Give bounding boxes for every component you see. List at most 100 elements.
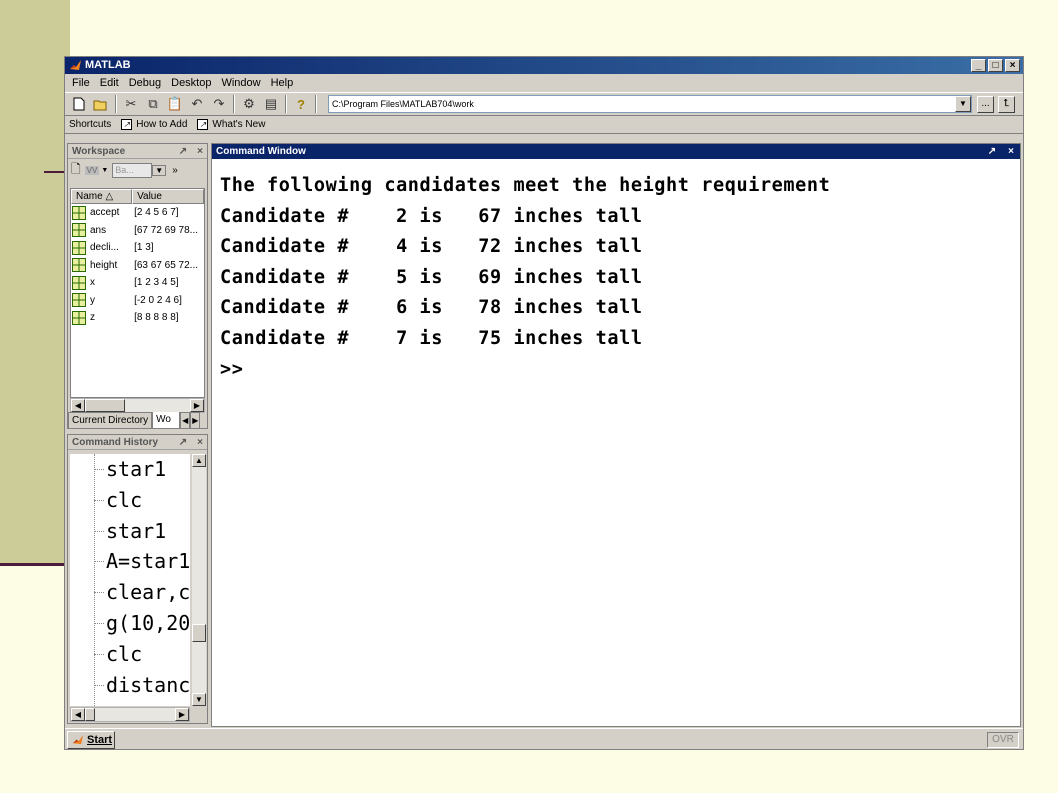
toolbar-divider (233, 95, 235, 113)
history-item[interactable]: g(10,20 (70, 608, 190, 639)
history-item[interactable]: distanc (70, 670, 190, 701)
directory-dropdown-icon[interactable]: ▼ (955, 96, 971, 112)
dropdown-arrow-icon[interactable]: ▼ (101, 167, 108, 174)
table-row[interactable]: x [1 2 3 4 5] (71, 274, 204, 292)
scroll-down-icon[interactable]: ▼ (192, 693, 206, 706)
maximize-button[interactable]: □ (988, 59, 1003, 72)
start-label: Start (87, 734, 113, 746)
paste-icon[interactable]: 📋 (164, 94, 186, 114)
current-directory-field[interactable]: C:\Program Files\MATLAB704\work (328, 95, 972, 113)
scroll-right-icon[interactable]: ▶ (175, 708, 189, 721)
menu-window[interactable]: Window (216, 77, 265, 89)
variable-table: Name △ Value accept [2 4 5 6 7] ans [67 72 … (70, 188, 205, 398)
variable-value: [63 67 65 72... (134, 259, 199, 271)
close-panel-icon[interactable]: × (1008, 146, 1014, 157)
array-icon (72, 310, 86, 325)
undock-icon[interactable]: ↗ (988, 146, 996, 157)
scroll-right-icon[interactable]: ▶ (190, 399, 204, 412)
close-panel-icon[interactable]: × (197, 146, 203, 157)
new-file-icon[interactable] (68, 94, 90, 114)
copy-icon[interactable]: ⧉ (142, 94, 164, 114)
command-window[interactable]: Command Window ↗ × The following candidat… (211, 143, 1021, 727)
tab-scroll-left-icon[interactable]: ◀ (180, 412, 191, 429)
table-row[interactable]: height [63 67 65 72... (71, 257, 204, 275)
variable-name: decli... (90, 242, 119, 254)
import-data-icon[interactable]: VV (84, 165, 100, 175)
history-item[interactable]: clc (70, 485, 190, 516)
scroll-thumb[interactable] (192, 624, 206, 642)
simulink-icon[interactable]: ⚙ (238, 94, 260, 114)
variable-value: [-2 0 2 4 6] (134, 294, 182, 306)
table-row[interactable]: ans [67 72 69 78... (71, 222, 204, 240)
tab-current-directory[interactable]: Current Directory (68, 412, 153, 429)
variable-name: x (90, 277, 95, 289)
output-line: The following candidates meet the height… (220, 175, 831, 196)
variable-name-cell: decli... (71, 240, 132, 255)
close-panel-icon[interactable]: × (197, 437, 203, 448)
shortcut-how-to-add[interactable]: ↗ How to Add (121, 119, 187, 130)
status-bar: Start OVR (65, 728, 1023, 749)
table-row[interactable]: accept [2 4 5 6 7] (71, 204, 204, 222)
scroll-left-icon[interactable]: ◀ (71, 399, 85, 412)
help-icon[interactable]: ? (290, 94, 312, 114)
combo-arrow-icon[interactable]: ▼ (152, 164, 167, 176)
history-item[interactable]: A=star1 (70, 546, 190, 577)
menu-help[interactable]: Help (266, 77, 299, 89)
output-line: Candidate # 5 is 69 inches tall (220, 266, 643, 288)
table-row[interactable]: y [-2 0 2 4 6] (71, 292, 204, 310)
menu-bar: File Edit Debug Desktop Window Help (65, 74, 1023, 92)
guide-icon[interactable]: ▤ (260, 94, 282, 114)
workspace-toolbar: 🗋 VV ▼ Ba... ▼ » (68, 159, 207, 181)
start-button[interactable]: Start (67, 731, 115, 749)
minimize-button[interactable]: _ (971, 59, 986, 72)
scroll-up-icon[interactable]: ▲ (192, 454, 206, 467)
parent-folder-icon[interactable]: ⮤ (998, 96, 1015, 113)
horizontal-scrollbar[interactable]: ◀ ▶ (70, 707, 190, 722)
horizontal-scrollbar[interactable]: ◀ ▶ (70, 398, 205, 413)
history-item[interactable]: clear,c (70, 577, 190, 608)
menu-debug[interactable]: Debug (124, 77, 166, 89)
overwrite-indicator: OVR (987, 732, 1019, 748)
close-button[interactable]: × (1005, 59, 1020, 72)
column-header-name[interactable]: Name △ (71, 189, 133, 204)
new-variable-icon[interactable]: 🗋 (71, 160, 81, 181)
array-icon (72, 223, 86, 238)
stack-combo[interactable]: Ba... (112, 162, 153, 178)
scroll-thumb[interactable] (85, 708, 95, 721)
column-header-value[interactable]: Value (132, 189, 204, 204)
menu-desktop[interactable]: Desktop (166, 77, 216, 89)
table-row[interactable]: decli... [1 3] (71, 239, 204, 257)
open-folder-icon[interactable] (90, 94, 112, 114)
undo-icon[interactable]: ↶ (186, 94, 208, 114)
shortcut-icon: ↗ (121, 119, 133, 130)
redo-icon[interactable]: ↷ (208, 94, 230, 114)
browse-button[interactable]: ... (977, 96, 994, 113)
scroll-thumb[interactable] (85, 399, 125, 412)
tab-workspace[interactable]: Wo (152, 412, 181, 429)
undock-icon[interactable]: ↗ (179, 437, 187, 448)
menu-file[interactable]: File (67, 77, 95, 89)
workspace-tabs: Current Directory Wo ◀ ▶ (68, 412, 207, 430)
tab-scroll-right-icon[interactable]: ▶ (190, 412, 201, 429)
scroll-left-icon[interactable]: ◀ (71, 708, 85, 721)
history-item[interactable]: star1 (70, 516, 190, 547)
output-line: Candidate # 7 is 75 inches tall (220, 327, 643, 349)
history-item[interactable]: star1 (70, 454, 190, 485)
history-list: star1 clc star1 A=star1 clear,c g(10,20 clc dis… (70, 454, 190, 706)
array-icon (72, 293, 86, 308)
table-row[interactable]: z [8 8 8 8 8] (71, 309, 204, 327)
more-tools-icon[interactable]: » (172, 165, 178, 176)
history-item[interactable]: clc (70, 639, 190, 670)
cut-icon[interactable]: ✂ (120, 94, 142, 114)
history-title: Command History (72, 437, 159, 448)
variable-name-cell: ans (71, 223, 132, 238)
undock-icon[interactable]: ↗ (179, 146, 187, 157)
vertical-scrollbar[interactable]: ▲ ▼ (192, 454, 206, 706)
shortcut-icon: ↗ (197, 119, 209, 130)
title-bar: MATLAB _ □ × (65, 57, 1023, 74)
shortcut-whats-new[interactable]: ↗ What's New (197, 119, 265, 130)
menu-edit[interactable]: Edit (95, 77, 124, 89)
command-output[interactable]: The following candidates meet the height… (212, 159, 1020, 385)
variable-name: z (90, 312, 95, 324)
variable-value: [1 2 3 4 5] (134, 277, 179, 289)
